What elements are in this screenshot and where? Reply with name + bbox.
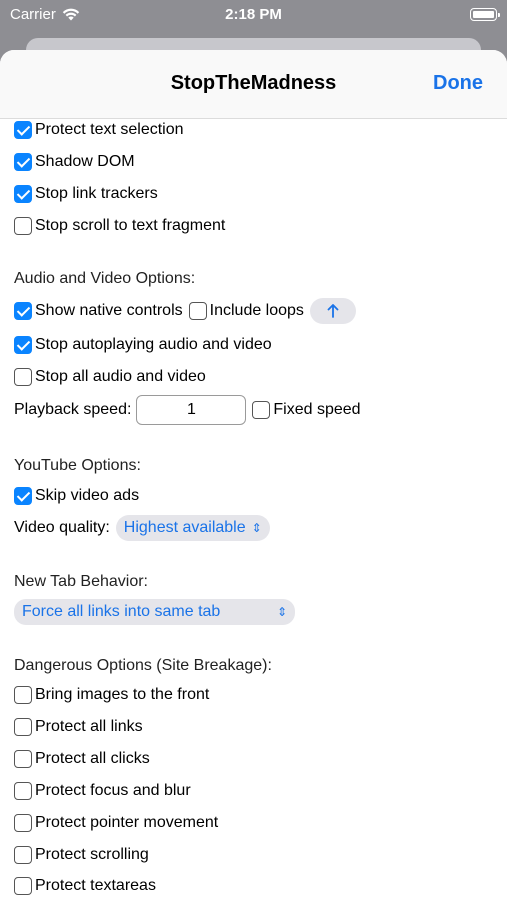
- checkbox[interactable]: [252, 401, 271, 419]
- option-dangerous[interactable]: Protect textareas: [14, 877, 156, 895]
- option-protect-text-selection[interactable]: Protect text selection: [14, 121, 184, 139]
- option-dangerous[interactable]: Protect focus and blur: [14, 782, 191, 800]
- playback-speed-row: Playback speed: Fixed speed: [14, 395, 361, 425]
- settings-sheet: StopTheMadness Done Protect text selecti…: [0, 50, 507, 900]
- status-bar: Carrier 2:18 PM: [0, 0, 507, 30]
- page-title: StopTheMadness: [170, 72, 337, 94]
- option-label: Protect all clicks: [35, 750, 150, 767]
- move-up-button[interactable]: [309, 298, 356, 324]
- chevron-up-down-icon: ⇕: [251, 521, 262, 535]
- option-label: Show native controls: [35, 302, 183, 319]
- video-quality-select[interactable]: Highest available ⇕: [115, 515, 270, 541]
- video-quality-row: Video quality: Highest available ⇕: [14, 515, 270, 541]
- checkbox[interactable]: [14, 846, 32, 864]
- playback-speed-label: Playback speed:: [14, 401, 132, 418]
- checkbox[interactable]: [14, 368, 32, 386]
- dangerous-header: Dangerous Options (Site Breakage):: [14, 657, 272, 674]
- option-label: Stop link trackers: [35, 185, 158, 202]
- youtube-header: YouTube Options:: [14, 457, 141, 474]
- checkbox[interactable]: [14, 814, 32, 832]
- video-quality-label: Video quality:: [14, 519, 110, 536]
- option-label: Protect text selection: [35, 121, 184, 138]
- checkbox[interactable]: [14, 750, 32, 768]
- new-tab-row: Force all links into same tab ⇕: [14, 599, 295, 625]
- option-label: Stop autoplaying audio and video: [35, 336, 272, 353]
- option-label: Skip video ads: [35, 487, 140, 504]
- checkbox[interactable]: [14, 217, 32, 235]
- option-label: Include loops: [209, 302, 304, 319]
- option-label: Stop scroll to text fragment: [35, 217, 226, 234]
- option-dangerous[interactable]: Protect all clicks: [14, 750, 150, 768]
- option-label: Protect pointer movement: [35, 814, 219, 831]
- audio-video-header: Audio and Video Options:: [14, 270, 196, 287]
- option-label: Protect textareas: [35, 877, 156, 894]
- option-skip-video-ads[interactable]: Skip video ads: [14, 487, 139, 505]
- new-tab-header: New Tab Behavior:: [14, 573, 148, 590]
- clock: 2:18 PM: [225, 6, 282, 23]
- new-tab-select[interactable]: Force all links into same tab ⇕: [14, 599, 295, 625]
- checkbox[interactable]: [14, 686, 32, 704]
- checkbox[interactable]: [14, 718, 32, 736]
- checkbox[interactable]: [14, 877, 32, 895]
- option-stop-autoplaying[interactable]: Stop autoplaying audio and video: [14, 336, 272, 354]
- option-stop-all-audio-video[interactable]: Stop all audio and video: [14, 368, 206, 386]
- option-label: Stop all audio and video: [35, 368, 206, 385]
- option-dangerous[interactable]: Bring images to the front: [14, 686, 209, 704]
- chevron-up-down-icon: ⇕: [276, 605, 287, 619]
- option-shadow-dom[interactable]: Shadow DOM: [14, 153, 135, 171]
- checkbox[interactable]: [14, 487, 32, 505]
- video-quality-value: Highest available: [123, 519, 246, 536]
- checkbox[interactable]: [188, 302, 207, 320]
- arrow-up-icon: [327, 304, 339, 318]
- checkbox[interactable]: [14, 336, 32, 354]
- checkbox[interactable]: [14, 153, 32, 171]
- playback-speed-input[interactable]: [136, 395, 247, 425]
- option-label: Bring images to the front: [35, 686, 210, 703]
- option-label: Protect focus and blur: [35, 782, 191, 799]
- navigation-bar: StopTheMadness Done: [0, 50, 507, 119]
- option-label: Protect scrolling: [35, 846, 149, 863]
- option-stop-scroll-fragment[interactable]: Stop scroll to text fragment: [14, 217, 225, 235]
- checkbox[interactable]: [14, 302, 32, 320]
- done-button[interactable]: Done: [433, 72, 483, 95]
- option-dangerous[interactable]: Protect all links: [14, 718, 143, 736]
- new-tab-value: Force all links into same tab: [22, 603, 221, 620]
- option-label: Protect all links: [35, 718, 143, 735]
- checkbox[interactable]: [14, 782, 32, 800]
- option-dangerous[interactable]: Protect pointer movement: [14, 814, 218, 832]
- battery-icon: [470, 8, 500, 21]
- checkbox[interactable]: [14, 185, 32, 203]
- option-label: Shadow DOM: [35, 153, 135, 170]
- audio-video-controls-row: Show native controls Include loops: [14, 298, 356, 324]
- option-dangerous[interactable]: Protect scrolling: [14, 846, 149, 864]
- option-stop-link-trackers[interactable]: Stop link trackers: [14, 185, 158, 203]
- checkbox[interactable]: [14, 121, 32, 139]
- option-label: Fixed speed: [273, 401, 361, 418]
